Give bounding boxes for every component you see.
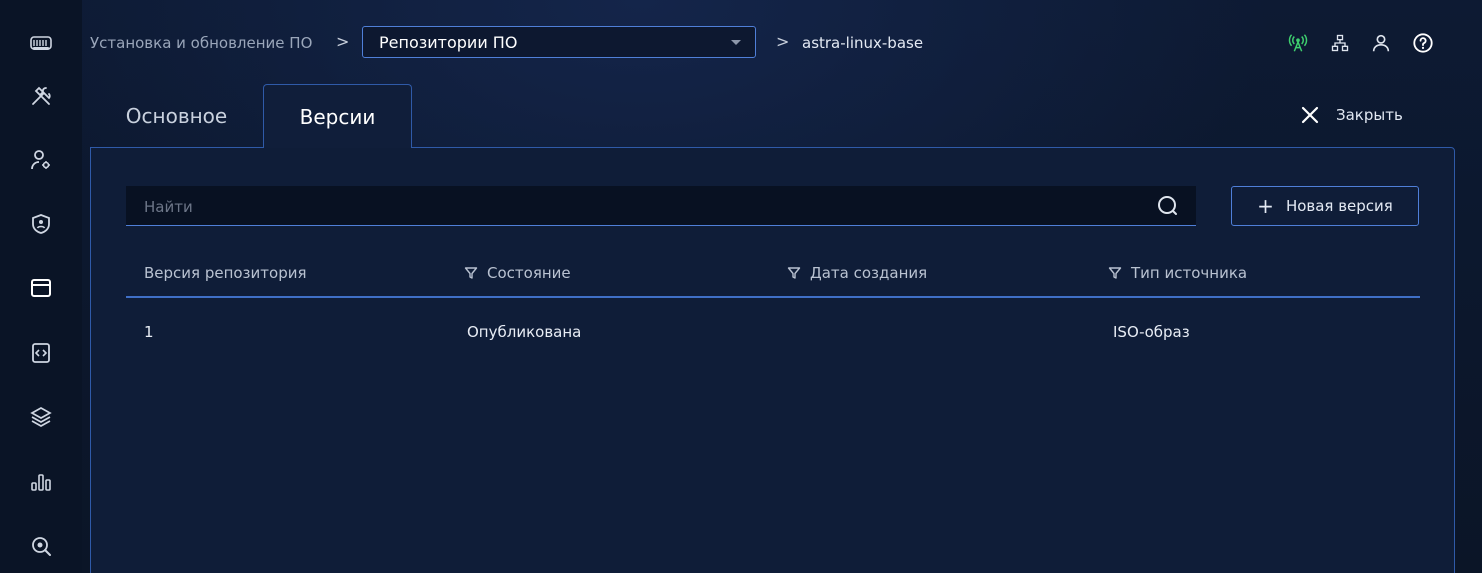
versions-panel: + Новая версия Версия репозитория Состоя… <box>90 147 1455 573</box>
column-header-label: Дата создания <box>810 264 928 282</box>
antenna-icon[interactable] <box>1286 31 1310 55</box>
logo-icon[interactable] <box>25 27 57 59</box>
user-icon[interactable] <box>1369 31 1393 55</box>
close-button[interactable]: Закрыть <box>1300 102 1403 128</box>
table-header-divider <box>126 296 1420 298</box>
column-header-label: Тип источника <box>1131 264 1248 282</box>
filter-icon[interactable] <box>1108 266 1122 280</box>
close-label: Закрыть <box>1336 106 1403 124</box>
cell-version: 1 <box>144 323 154 341</box>
column-header-label: Состояние <box>487 264 571 282</box>
app-root: Установка и обновление ПО > Репозитории … <box>0 0 1482 573</box>
tab-main[interactable]: Основное <box>105 84 248 148</box>
column-header-source-type[interactable]: Тип источника <box>1108 264 1247 282</box>
plus-icon: + <box>1257 194 1274 218</box>
shield-icon[interactable] <box>25 208 57 240</box>
cell-source-type: ISO-образ <box>1113 323 1190 341</box>
section-select[interactable]: Репозитории ПО <box>362 26 756 58</box>
window-icon[interactable] <box>25 272 57 304</box>
search-input[interactable] <box>142 196 1126 218</box>
sidebar <box>0 0 82 573</box>
new-version-label: Новая версия <box>1285 197 1393 215</box>
layers-icon[interactable] <box>25 401 57 433</box>
search-bar <box>126 186 1196 226</box>
table-row[interactable] <box>126 303 1420 359</box>
cell-state: Опубликована <box>467 323 582 341</box>
chevron-down-icon <box>731 40 741 45</box>
new-version-button[interactable]: + Новая версия <box>1231 186 1419 226</box>
search-analytics-icon[interactable] <box>25 530 57 562</box>
filter-icon[interactable] <box>787 266 801 280</box>
column-header-version[interactable]: Версия репозитория <box>144 264 307 282</box>
breadcrumb-separator: > <box>336 32 350 51</box>
user-settings-icon[interactable] <box>25 144 57 176</box>
tools-icon[interactable] <box>25 80 57 112</box>
breadcrumb-root[interactable]: Установка и обновление ПО <box>90 34 312 52</box>
code-file-icon[interactable] <box>25 337 57 369</box>
breadcrumb-current: astra-linux-base <box>802 34 924 52</box>
close-icon <box>1301 106 1319 124</box>
help-icon[interactable] <box>1411 31 1435 55</box>
network-icon[interactable] <box>1328 31 1352 55</box>
search-icon[interactable] <box>1156 194 1180 218</box>
header: Установка и обновление ПО > Репозитории … <box>82 0 1482 84</box>
breadcrumb-separator-2: > <box>776 32 790 51</box>
bar-chart-icon[interactable] <box>25 466 57 498</box>
column-header-label: Версия репозитория <box>144 264 307 282</box>
tab-versions[interactable]: Версии <box>263 84 412 148</box>
section-select-value: Репозитории ПО <box>379 33 518 52</box>
column-header-created[interactable]: Дата создания <box>787 264 927 282</box>
filter-icon[interactable] <box>464 266 478 280</box>
column-header-state[interactable]: Состояние <box>464 264 571 282</box>
